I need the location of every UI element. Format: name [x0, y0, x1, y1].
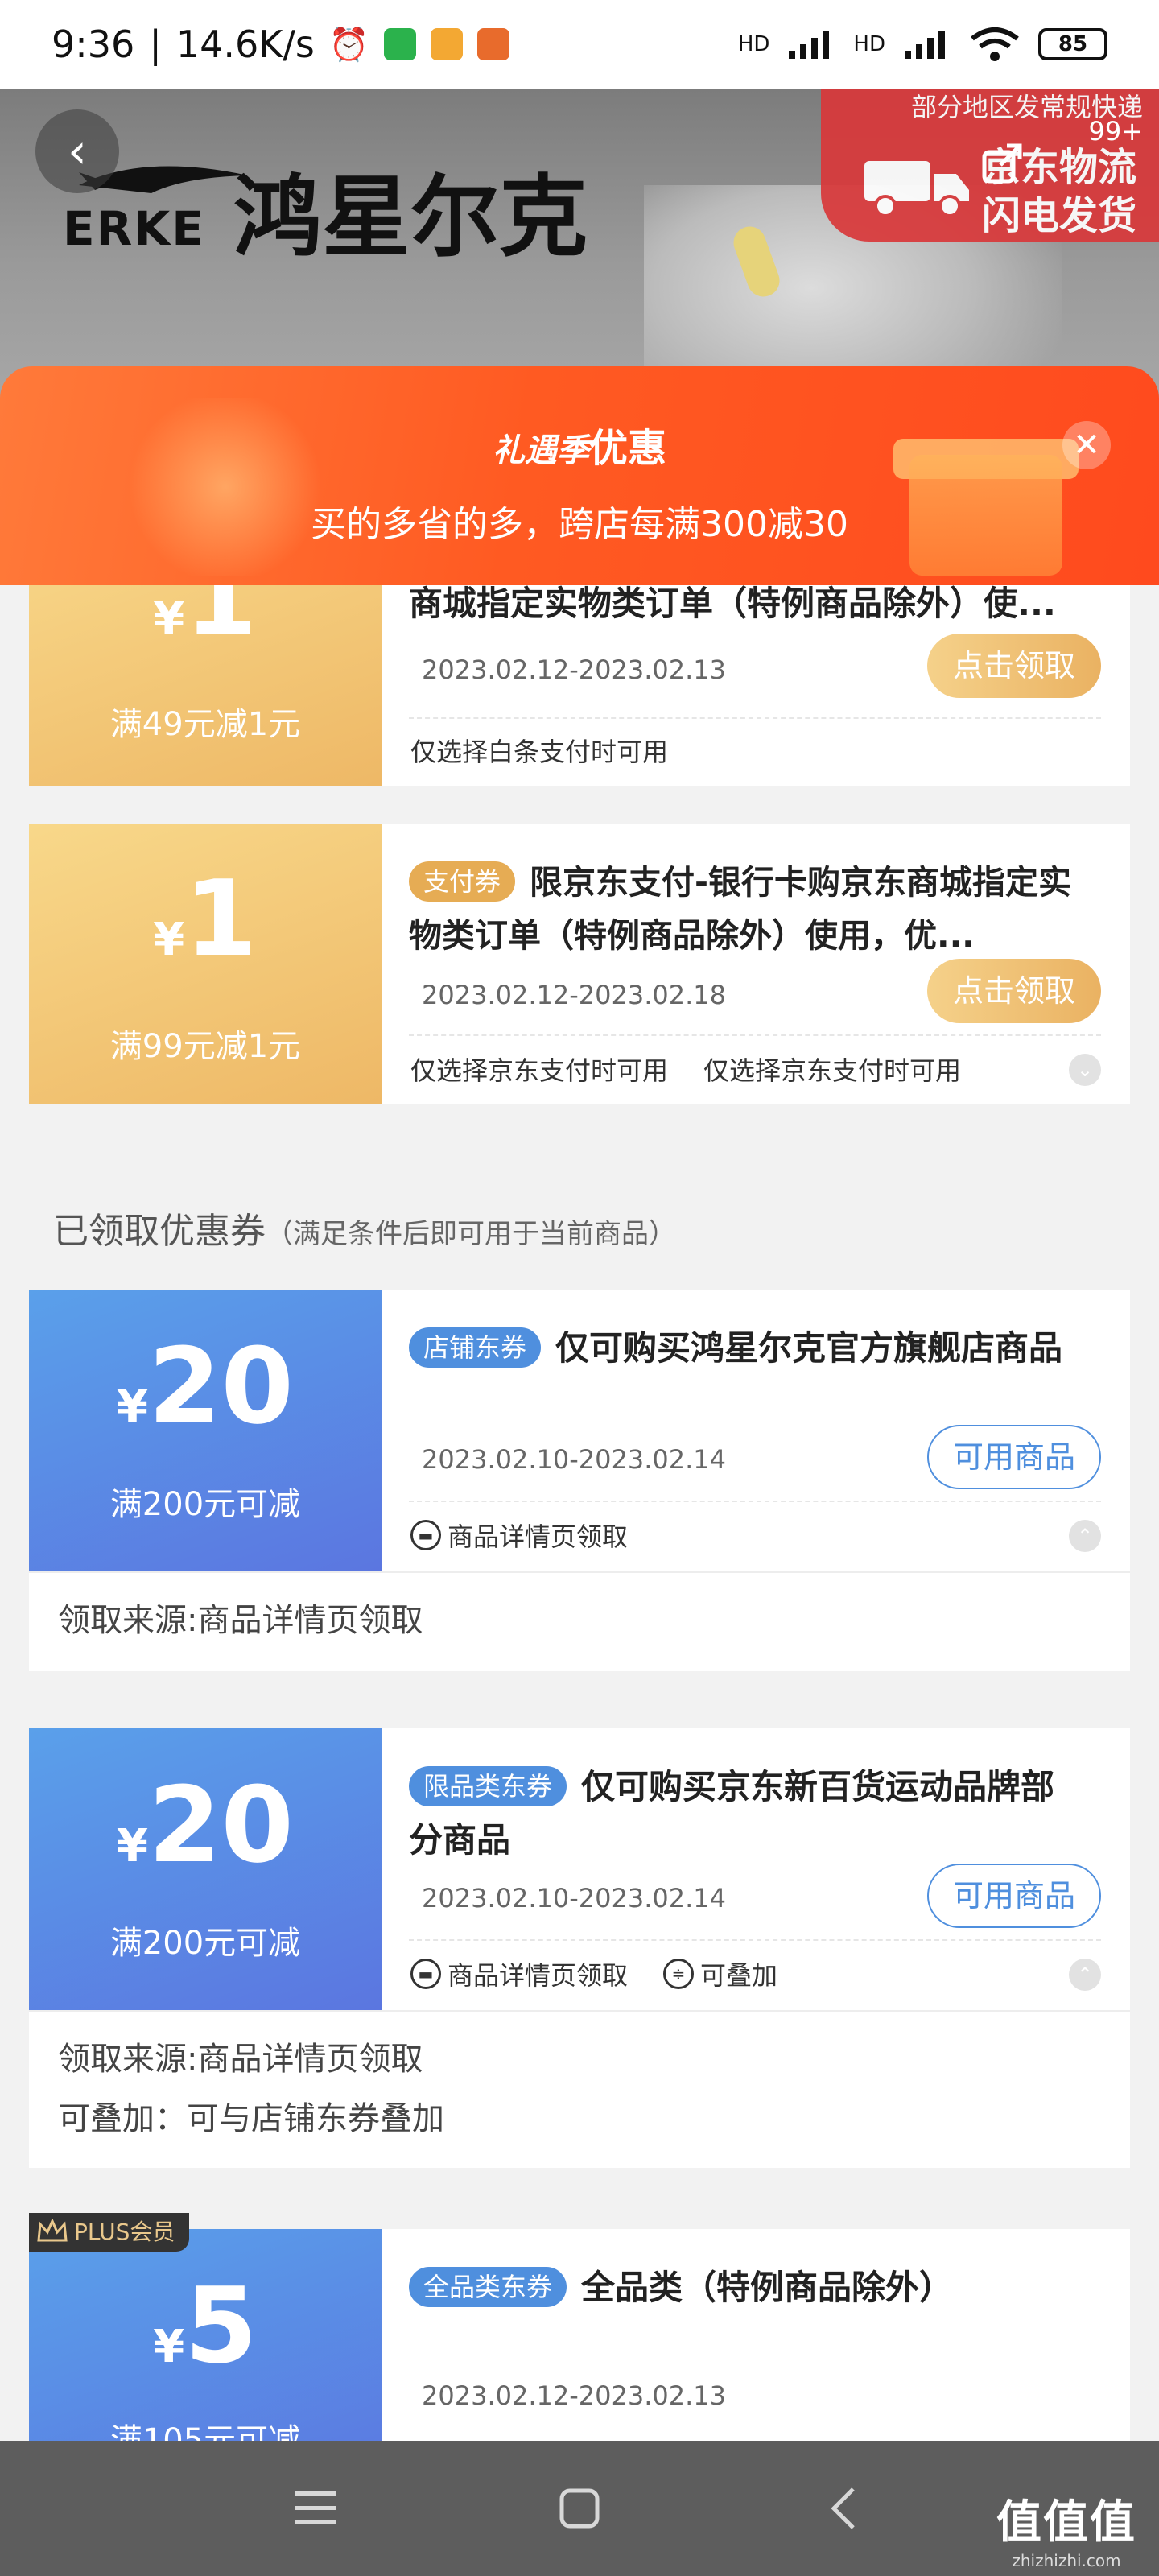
status-speed: 14.6K/s [175, 23, 315, 66]
chevron-up-icon: ⌃ [1076, 1525, 1094, 1547]
coupon-amount: 1 [184, 585, 258, 659]
menu-button[interactable] [283, 2476, 348, 2541]
coupon-condition: 满200元可减 [109, 1925, 301, 1962]
coupon-tag: 限品类东券 [409, 1766, 567, 1806]
available-products-button[interactable]: 可用商品 [927, 1425, 1101, 1489]
back-icon [831, 2487, 855, 2529]
status-left: 9:36 | 14.6K/s ⏰ [52, 23, 509, 66]
coupon-amount: 20 [148, 1325, 294, 1447]
share-icon [982, 143, 1022, 184]
promo-banner: 礼遇季优惠 买的多省的多，跨店每满300减30 ✕ [0, 366, 1159, 585]
coupon-value-panel: ¥20 满200元可减 [24, 1290, 382, 1571]
coupon-source-panel: 领取来源:商品详情页领取 [29, 1571, 1130, 1671]
coupon-date: 2023.02.12-2023.02.13 [422, 2380, 726, 2411]
collapse-button[interactable]: ⌃ [1069, 1520, 1101, 1552]
coupon-date: 2023.02.10-2023.02.14 [422, 1444, 726, 1475]
coupon-value-panel: ¥20 满200元可减 [24, 1728, 382, 2010]
coupon-card: ¥20 满200元可减 店铺东券 仅可购买鸿星尔克官方旗舰店商品 2023.02.… [24, 1290, 1130, 1571]
ticket-icon: ▬ [410, 1520, 441, 1550]
site-watermark: 值值值 zhizhizhi.com [996, 2496, 1136, 2570]
chevron-left-icon: ‹ [68, 123, 87, 180]
coupon-title: 店铺东券 仅可购买鸿星尔克官方旗舰店商品 [409, 1322, 1082, 1375]
coupon-note: ▬ 商品详情页领取 ≑ 可叠加 [410, 1955, 777, 1992]
collapse-button[interactable]: ⌃ [1069, 1959, 1101, 1991]
coupon-tag: 支付券 [409, 861, 516, 902]
signal-icon [789, 31, 830, 59]
coupon-amount: 5 [184, 2264, 258, 2387]
coupon-note: 仅选择白条支付时可用 [410, 737, 669, 767]
coupon-condition: 满105元可减 [109, 2422, 301, 2441]
wifi-icon [971, 27, 1019, 61]
status-time: 9:36 [52, 23, 135, 66]
signal-icon-2 [905, 31, 945, 59]
coupon-stack-info: 可叠加：可与店铺东券叠加 [58, 2100, 444, 2137]
ticket-icon: ▬ [410, 1959, 441, 1989]
coupon-note: ▬ 商品详情页领取 [410, 1517, 628, 1554]
coupon-list[interactable]: ¥1 满49元减1元 商城指定实物类订单（特例商品除外）使... 2023.02… [0, 585, 1159, 2441]
coupon-card: ¥20 满200元可减 限品类东券 仅可购买京东新百货运动品牌部分商品 2023.… [24, 1728, 1130, 2010]
truck-icon [864, 161, 969, 217]
coupon-condition: 满200元可减 [109, 1486, 301, 1523]
coupon-condition: 满49元减1元 [109, 706, 301, 743]
brand-name-en: ERKE [63, 201, 205, 256]
share-button[interactable] [966, 126, 1038, 198]
close-icon: ✕ [1073, 427, 1100, 464]
coupon-date: 2023.02.10-2023.02.14 [422, 1883, 726, 1913]
coupon-title: 支付券 限京东支付-银行卡购京东商城指定实物类订单（特例商品除外）使用，优... [409, 861, 1072, 955]
status-right: HD HD 85 [738, 26, 1107, 63]
coupon-amount: 20 [148, 1764, 294, 1886]
plus-member-badge: PLUS会员 [29, 2213, 190, 2252]
message-icon [430, 28, 463, 60]
coupon-tag: 店铺东券 [409, 1327, 542, 1368]
battery-indicator: 85 [1038, 28, 1107, 60]
coupon-note: 仅选择京东支付时可用 仅选择京东支付时可用 [410, 1055, 962, 1086]
wechat-icon [383, 28, 416, 60]
coupon-source-panel: 领取来源:商品详情页领取 可叠加：可与店铺东券叠加 [29, 2010, 1130, 2168]
status-bar: 9:36 | 14.6K/s ⏰ HD HD 85 [0, 0, 1159, 89]
alarm-icon: ⏰ [328, 26, 369, 64]
menu-icon [295, 2491, 336, 2524]
coupon-value-panel: ¥1 满49元减1元 [24, 585, 382, 786]
coupon-source: 领取来源:商品详情页领取 [58, 1602, 423, 1639]
stack-icon: ≑ [663, 1959, 695, 1989]
claim-coupon-button[interactable]: 点击领取 [927, 959, 1101, 1023]
available-products-button[interactable]: 可用商品 [927, 1864, 1101, 1928]
network-label: HD [737, 32, 770, 56]
coupon-title: 全品类东券 全品类（特例商品除外） [409, 2261, 1082, 2314]
coupon-value-panel: ¥5 满105元可减 [24, 2229, 382, 2441]
coupon-tag: 全品类东券 [409, 2267, 567, 2307]
share-count-badge: 99+ [1088, 116, 1143, 147]
coupon-source: 领取来源:商品详情页领取 [58, 2041, 423, 2078]
chevron-up-icon: ⌃ [1076, 1963, 1094, 1986]
coupon-date: 2023.02.12-2023.02.13 [422, 654, 726, 685]
coupon-title: 限品类东券 仅可购买京东新百货运动品牌部分商品 [409, 1766, 1055, 1860]
coupon-title: 商城指定实物类订单（特例商品除外）使... [409, 585, 1056, 623]
brand-name-cn: 鸿星尔克 [233, 166, 588, 269]
crown-icon [37, 2219, 68, 2242]
status-divider: | [149, 23, 162, 66]
close-button[interactable]: ✕ [1062, 421, 1111, 469]
claim-coupon-button[interactable]: 点击领取 [927, 634, 1101, 698]
coupon-condition: 满99元减1元 [109, 1028, 301, 1065]
shopping-app-icon [476, 28, 509, 60]
system-nav-bar: 值值值 zhizhizhi.com [0, 2441, 1159, 2576]
promo-subtitle: 买的多省的多，跨店每满300减30 [311, 504, 848, 545]
home-button[interactable] [547, 2476, 612, 2541]
coupon-card: ¥1 满99元减1元 支付券 限京东支付-银行卡购京东商城指定实物类订单（特例商品… [24, 824, 1130, 1104]
back-button[interactable]: ‹ [35, 109, 119, 193]
coupon-value-panel: ¥1 满99元减1元 [24, 824, 382, 1104]
promo-title: 礼遇季优惠 [492, 426, 666, 471]
chevron-down-icon: ⌄ [1076, 1059, 1094, 1081]
coupon-card: ¥5 满105元可减 PLUS会员 全品类东券 全品类（特例商品除外） 2023.… [24, 2213, 1130, 2441]
expand-button[interactable]: ⌄ [1069, 1054, 1101, 1086]
coupon-amount: 1 [184, 857, 258, 980]
section-title: 已领取优惠券（满足条件后即可用于当前商品） [53, 1211, 676, 1252]
coupon-date: 2023.02.12-2023.02.18 [422, 980, 726, 1010]
home-icon [559, 2488, 600, 2529]
coupon-card: ¥1 满49元减1元 商城指定实物类订单（特例商品除外）使... 2023.02… [24, 585, 1130, 786]
system-back-button[interactable] [811, 2476, 876, 2541]
